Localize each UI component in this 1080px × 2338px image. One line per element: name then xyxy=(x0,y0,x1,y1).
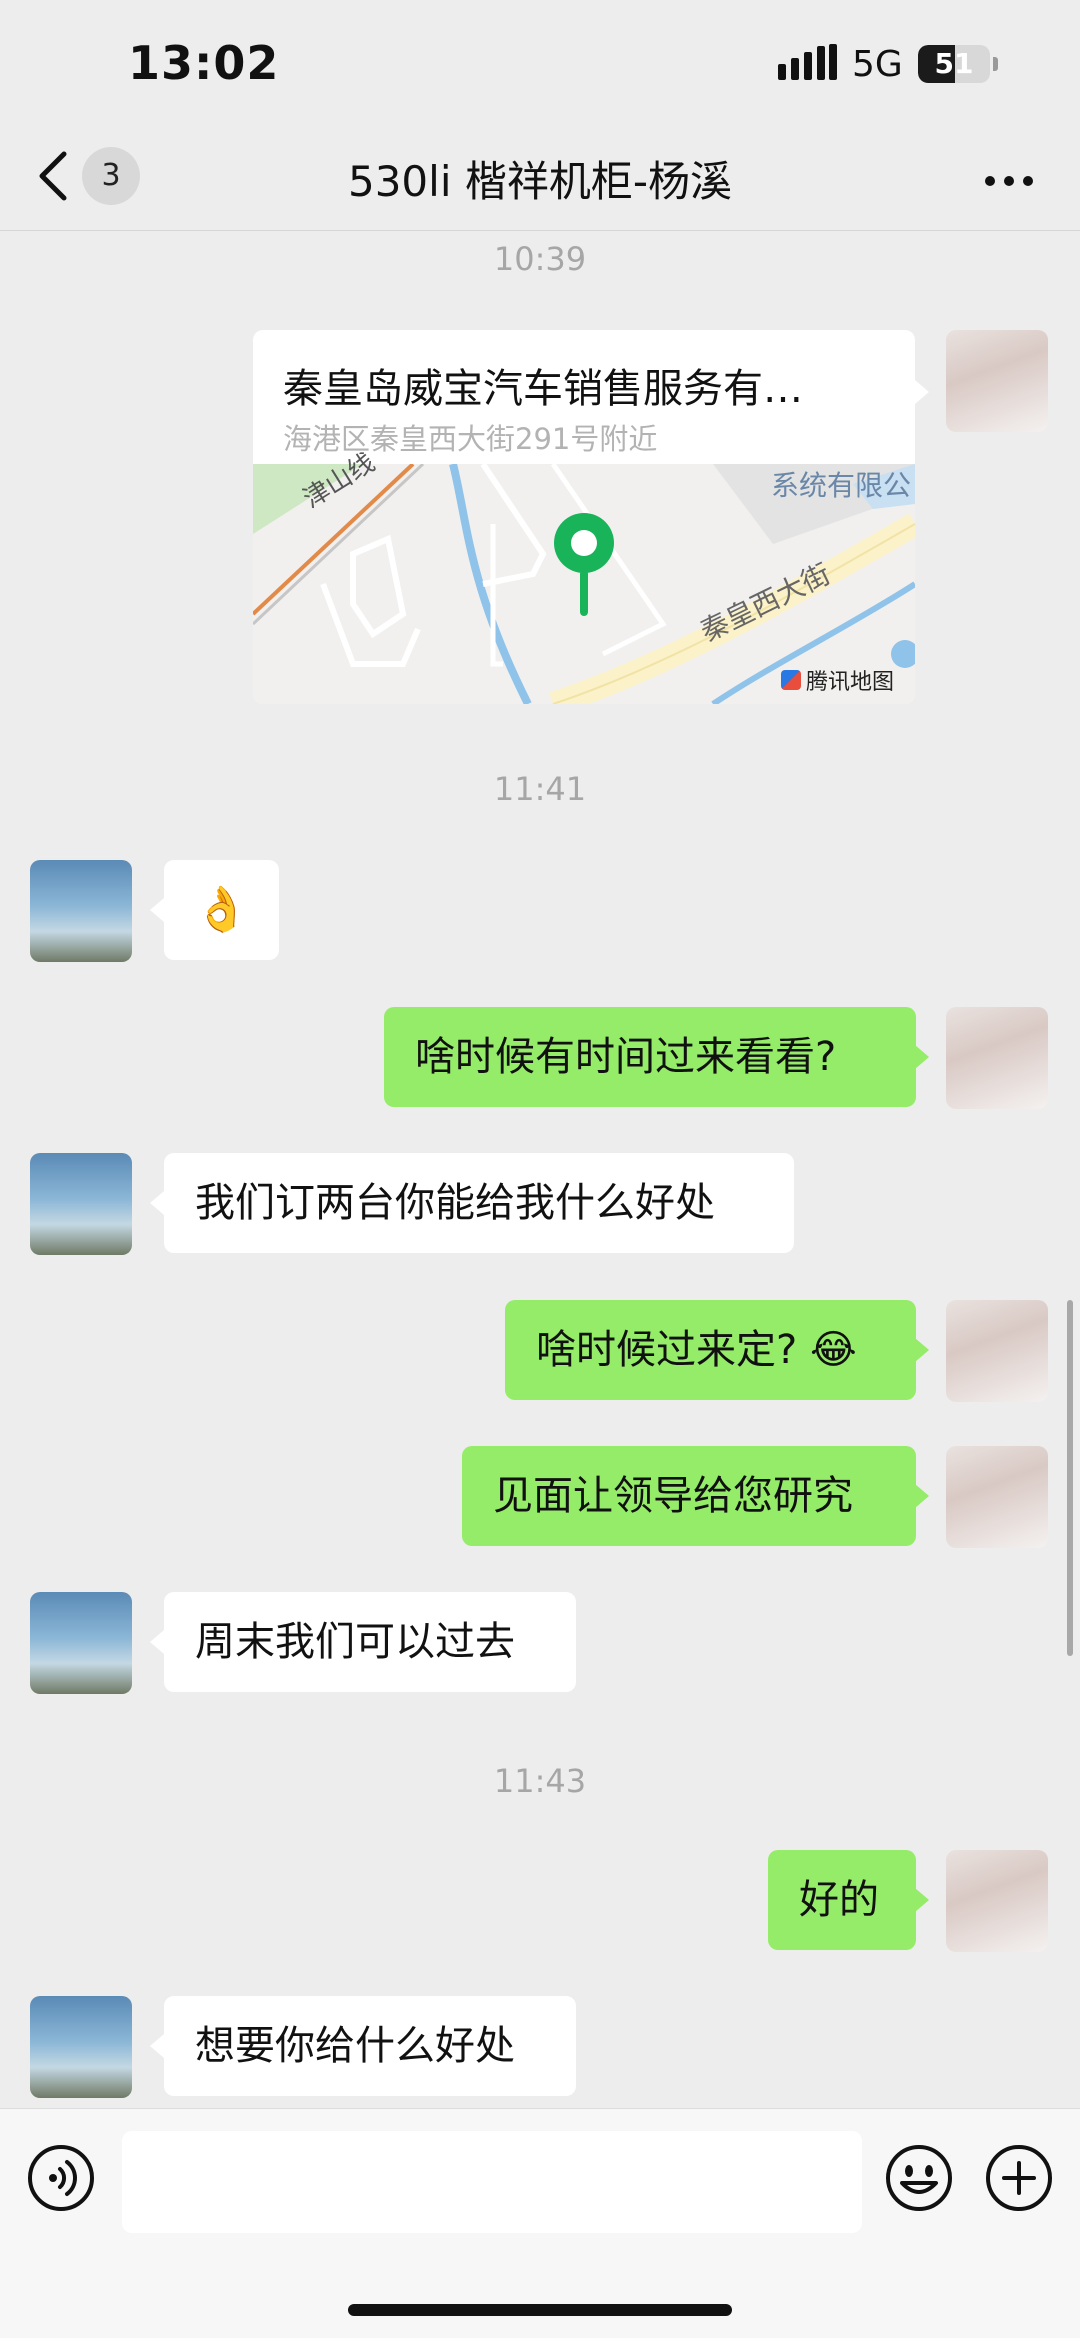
message-bubble-received[interactable]: 周末我们可以过去 xyxy=(164,1592,576,1692)
bubble-tail xyxy=(915,1338,929,1362)
bubble-tail xyxy=(915,380,929,404)
battery-icon: 51 xyxy=(918,45,990,83)
bubble-tail xyxy=(150,1191,164,1215)
message-text: 啥时候过来定? xyxy=(536,1327,798,1373)
avatar-self[interactable] xyxy=(946,1850,1048,1952)
timestamp: 11:43 xyxy=(493,1762,587,1800)
battery-tip xyxy=(993,57,998,71)
message-bubble-sent[interactable]: 啥时候过来定? 😂 xyxy=(505,1300,916,1400)
bubble-tail xyxy=(915,1045,929,1069)
location-map: 津山线 秦皇西大街 系统有限公 腾讯地图 xyxy=(253,448,915,704)
voice-icon[interactable] xyxy=(26,2143,96,2217)
chat-title: 530li 楷祥机柜-杨溪 xyxy=(347,157,732,206)
network-type: 5G xyxy=(852,44,903,85)
message-bubble-sent[interactable]: 啥时候有时间过来看看? xyxy=(384,1007,916,1107)
bubble-tail xyxy=(150,2034,164,2058)
chat-header: 3 530li 楷祥机柜-杨溪 xyxy=(0,120,1080,231)
signal-icon xyxy=(778,44,838,84)
message-input[interactable] xyxy=(122,2131,862,2233)
location-address: 海港区秦皇西大街291号附近 xyxy=(283,422,658,456)
message-bubble-received[interactable]: 👌 xyxy=(164,860,279,960)
tencent-map-icon xyxy=(781,670,801,690)
more-icon[interactable] xyxy=(984,172,1034,191)
avatar-contact[interactable] xyxy=(30,1153,132,1255)
message-bubble-sent[interactable]: 好的 xyxy=(768,1850,916,1950)
avatar-contact[interactable] xyxy=(30,860,132,962)
bubble-tail xyxy=(915,1888,929,1912)
bubble-tail xyxy=(150,1630,164,1654)
avatar-self[interactable] xyxy=(946,330,1048,432)
bubble-tail xyxy=(150,898,164,922)
map-pin-icon xyxy=(551,510,617,624)
map-provider-label: 腾讯地图 xyxy=(806,670,895,695)
emoji-icon[interactable] xyxy=(884,2143,954,2217)
message-bubble-received[interactable]: 想要你给什么好处 xyxy=(164,1996,576,2096)
scrollbar[interactable] xyxy=(1067,1300,1073,1656)
home-indicator[interactable] xyxy=(348,2304,732,2316)
timestamp: 10:39 xyxy=(493,240,587,278)
bubble-tail xyxy=(915,1484,929,1508)
timestamp: 11:41 xyxy=(493,770,587,808)
avatar-self[interactable] xyxy=(946,1007,1048,1109)
map-provider: 腾讯地图 xyxy=(781,664,894,696)
location-title: 秦皇岛威宝汽车销售服务有… xyxy=(283,366,803,412)
map-poi-label: 系统有限公 xyxy=(771,469,912,502)
location-card[interactable]: 秦皇岛威宝汽车销售服务有… 海港区秦皇西大街291号附近 津山线 秦皇西大街 系… xyxy=(253,330,915,704)
status-time: 13:02 xyxy=(128,36,280,90)
message-bubble-received[interactable]: 我们订两台你能给我什么好处 xyxy=(164,1153,794,1253)
avatar-self[interactable] xyxy=(946,1300,1048,1402)
avatar-contact[interactable] xyxy=(30,1996,132,2098)
emoji: 😂 xyxy=(809,1327,857,1373)
message-bubble-sent[interactable]: 见面让领导给您研究 xyxy=(462,1446,916,1546)
battery-percent: 51 xyxy=(934,47,974,80)
avatar-contact[interactable] xyxy=(30,1592,132,1694)
plus-icon[interactable] xyxy=(984,2143,1054,2217)
avatar-self[interactable] xyxy=(946,1446,1048,1548)
